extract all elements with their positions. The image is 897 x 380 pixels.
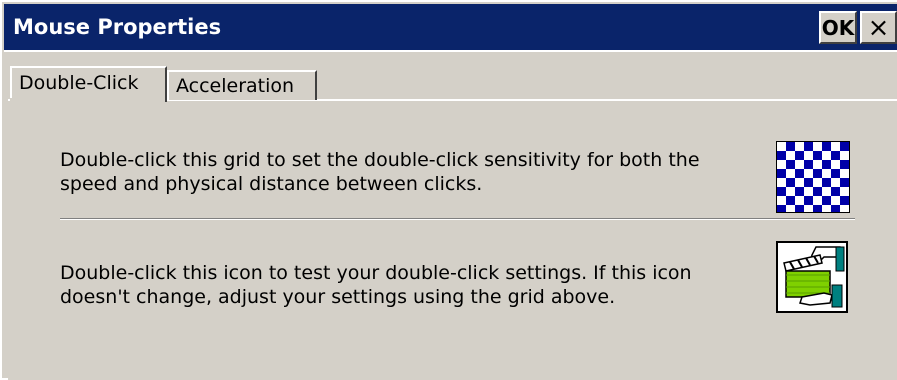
checkerboard-grid-icon[interactable] [776,141,850,213]
grid-instructions: Double-click this grid to set the double… [60,149,700,195]
title-bar[interactable]: Mouse Properties OK × [4,4,897,52]
close-button[interactable]: × [860,11,897,44]
tab-strip: Double-Click Acceleration [4,54,897,102]
test-instructions: Double-click this icon to test your doub… [60,262,692,308]
double-click-panel: Double-click this grid to set the double… [8,99,897,380]
active-tab-join [10,98,162,102]
clapperboard-test-icon[interactable] [776,241,848,313]
window-title: Mouse Properties [13,15,222,39]
tab-double-click[interactable]: Double-Click [10,66,167,102]
section-divider [60,218,855,220]
tab-acceleration[interactable]: Acceleration [167,70,317,100]
ok-button[interactable]: OK [819,11,857,44]
mouse-properties-window: Mouse Properties OK × Double-Click Accel… [0,0,897,380]
